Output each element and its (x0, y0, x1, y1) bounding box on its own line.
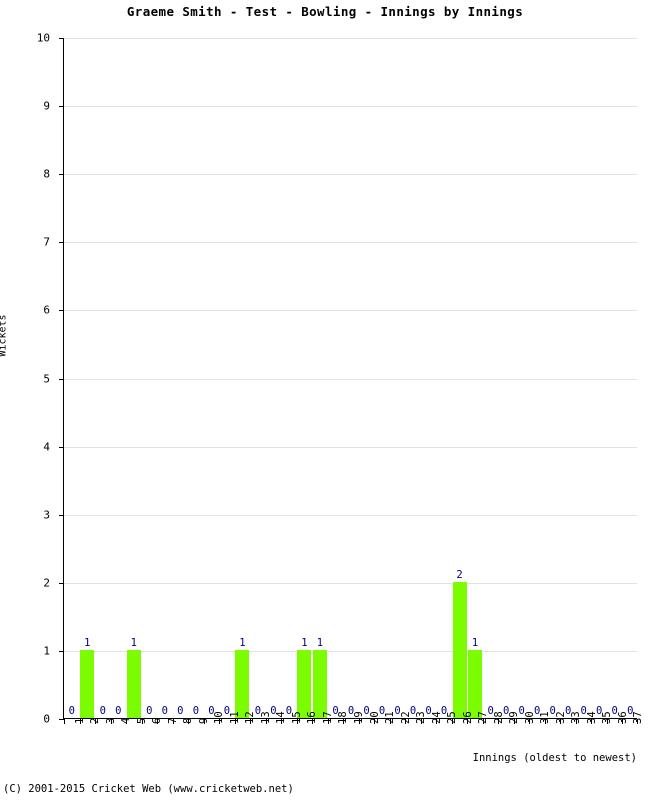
y-axis-tick (59, 514, 64, 516)
bar-value-label: 0 (177, 705, 184, 717)
y-axis-tick (59, 446, 64, 448)
bar-value-label: 1 (301, 636, 308, 649)
bar-value-label: 0 (161, 705, 168, 717)
gridline (64, 582, 637, 584)
x-axis-tick-label: 36 (616, 711, 629, 724)
y-axis-tick-label: 9 (43, 99, 50, 113)
gridline (64, 242, 637, 244)
x-axis-tick-label: 23 (415, 711, 428, 724)
y-axis-tick (59, 378, 64, 380)
x-axis-tick-label: 34 (585, 711, 598, 724)
x-axis-tick-label: 22 (399, 711, 412, 724)
x-axis-tick-label: 13 (259, 711, 272, 724)
x-axis-tick-label: 8 (182, 717, 195, 724)
x-axis-tick-label: 31 (539, 711, 552, 724)
x-axis-tick-label: 1 (73, 717, 86, 724)
x-axis-tick-label: 16 (306, 711, 319, 724)
gridline (64, 38, 637, 39)
bar-value-label: 0 (68, 705, 75, 717)
bar (126, 649, 141, 718)
y-axis-tick-label: 3 (43, 508, 50, 522)
y-axis-tick (59, 106, 64, 108)
x-axis-title: Innings (oldest to newest) (472, 752, 637, 764)
y-axis-tick (59, 242, 64, 244)
x-axis-tick-label: 28 (492, 711, 505, 724)
gridline (64, 106, 637, 108)
bar-value-label: 0 (146, 705, 153, 717)
x-axis-tick-label: 27 (477, 711, 490, 724)
gridline (64, 378, 637, 380)
y-axis-tick-label: 2 (43, 576, 50, 590)
x-axis-tick-label: 4 (120, 717, 133, 724)
y-axis-tick-label: 1 (43, 644, 50, 658)
x-axis-tick-label: 21 (384, 711, 397, 724)
y-axis-tick-label: 7 (43, 235, 50, 249)
x-axis-tick-label: 7 (166, 717, 179, 724)
y-axis-tick (59, 310, 64, 312)
x-axis-tick-label: 19 (353, 711, 365, 724)
bar-value-label: 2 (456, 568, 463, 581)
x-axis-tick-label: 6 (151, 717, 164, 724)
x-axis-tick-label: 30 (523, 711, 536, 724)
gridline (64, 310, 637, 312)
x-axis-tick-label: 2 (89, 717, 102, 724)
y-axis-tick-label: 6 (43, 303, 50, 317)
gridline (64, 174, 637, 176)
gridline (64, 650, 637, 652)
x-axis-tick-labels: 1 2 3 4 5 6 7 8 9 10 11 12 13 14 15 16 17 18 19 20 21 22 23 24 2… (63, 711, 644, 750)
x-axis-tick-label: 33 (570, 711, 583, 724)
y-axis-tick (59, 38, 64, 39)
x-axis-tick-label: 24 (430, 711, 443, 724)
x-axis-tick-label: 5 (135, 717, 148, 724)
bar (452, 581, 467, 718)
x-axis-tick-label: 32 (554, 711, 567, 724)
x-axis-tick-label: 35 (601, 711, 614, 724)
y-axis-tick-label: 8 (43, 167, 50, 181)
chart-title: Graeme Smith - Test - Bowling - Innings … (126, 4, 524, 19)
x-axis-tick-label: 17 (321, 711, 334, 724)
x-axis-tick-label: 3 (104, 717, 117, 724)
x-axis-tick-label: 29 (508, 711, 521, 724)
x-axis-tick-label: 18 (337, 711, 350, 724)
y-axis-tick (59, 174, 64, 176)
bar (468, 649, 483, 718)
x-axis-tick-label: 26 (461, 711, 474, 724)
gridline (64, 514, 637, 516)
y-axis-tick (59, 650, 64, 652)
x-axis-tick-label: 10 (213, 711, 226, 724)
bar-value-label: 0 (115, 705, 122, 717)
y-axis-tick (59, 582, 64, 584)
y-axis-tick-label: 10 (36, 31, 50, 45)
y-axis-tick-label: 0 (43, 712, 50, 726)
bar-value-label: 1 (84, 636, 91, 649)
gridline (64, 446, 637, 448)
bar-value-label: 0 (192, 705, 200, 717)
x-axis-tick-label: 9 (197, 717, 210, 724)
x-axis-tick-label: 37 (632, 711, 645, 724)
y-axis-tick-label: 4 (43, 440, 50, 454)
bar-value-label: 1 (130, 636, 137, 649)
x-axis-tick-label: 11 (228, 711, 241, 724)
x-axis-tick-label: 15 (290, 711, 303, 724)
y-axis-title: Wickets (0, 314, 9, 357)
bar-value-label: 1 (316, 636, 324, 649)
bar (235, 649, 250, 718)
x-axis-tick-label: 14 (275, 711, 288, 724)
footer-copyright: (C) 2001-2015 Cricket Web (www.cricketwe… (3, 783, 294, 795)
y-axis-tick-labels: 0 1 2 3 4 5 6 7 8 9 10 (0, 33, 58, 725)
x-axis-tick-label: 20 (368, 711, 381, 724)
bar-value-label: 0 (99, 705, 106, 717)
bar (80, 649, 95, 718)
plot-area: 0100100000010001100000000210000000000 (59, 38, 638, 724)
bar-value-label: 1 (239, 636, 246, 649)
bar (312, 649, 327, 718)
y-axis-tick-label: 5 (43, 372, 50, 385)
x-axis-tick-label: 25 (446, 711, 459, 724)
bar-value-label: 1 (471, 636, 479, 649)
x-axis-tick-label: 12 (244, 711, 257, 724)
bar (297, 649, 312, 718)
